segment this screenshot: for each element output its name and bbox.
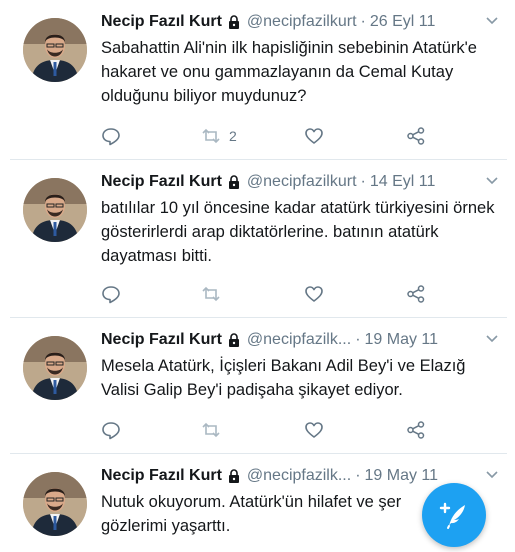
- tweet-text: Mesela Atatürk, İçişleri Bakanı Adil Bey…: [101, 357, 466, 399]
- author-name[interactable]: Necip Fazıl Kurt: [101, 331, 222, 349]
- reply-icon: [102, 422, 120, 440]
- retweet-count: 2: [229, 128, 237, 144]
- lock-icon: [227, 15, 241, 29]
- tweet-date[interactable]: 19 May 11: [365, 467, 439, 485]
- author-handle[interactable]: @necipfazilk...: [247, 467, 351, 485]
- tweet[interactable]: Necip Fazıl Kurt @necipfazilkurt · 26 Ey…: [0, 0, 515, 160]
- reply-button[interactable]: [101, 124, 121, 148]
- author-handle[interactable]: @necipfazilkurt: [247, 173, 357, 191]
- retweet-button[interactable]: [201, 282, 229, 306]
- reply-icon: [102, 128, 120, 146]
- reply-button[interactable]: [101, 418, 121, 442]
- lock-icon: [227, 175, 241, 189]
- lock-icon: [227, 333, 241, 347]
- like-button[interactable]: [304, 124, 324, 148]
- reply-icon: [102, 286, 120, 304]
- separator-dot: ·: [360, 173, 366, 190]
- tweet[interactable]: Necip Fazıl Kurt @necipfazilkurt · 14 Ey…: [0, 160, 515, 318]
- author-name[interactable]: Necip Fazıl Kurt: [101, 173, 222, 191]
- tweet[interactable]: Necip Fazıl Kurt @necipfazilk... · 19 Ma…: [0, 318, 515, 454]
- tweet-text: Nutuk okuyorum. Atatürk'ün hilafet ve şe…: [101, 493, 402, 535]
- compose-icon: [439, 502, 465, 529]
- separator-dot: ·: [360, 13, 366, 30]
- heart-icon: [305, 286, 323, 302]
- avatar[interactable]: [23, 18, 87, 82]
- heart-icon: [305, 422, 323, 438]
- separator-dot: ·: [355, 467, 361, 484]
- tweet-date[interactable]: 26 Eyl 11: [370, 13, 436, 31]
- reply-button[interactable]: [101, 282, 121, 306]
- share-button[interactable]: [406, 282, 426, 306]
- share-icon: [407, 127, 425, 145]
- author-name[interactable]: Necip Fazıl Kurt: [101, 467, 222, 485]
- share-icon: [407, 421, 425, 439]
- tweet-date[interactable]: 19 May 11: [365, 331, 439, 349]
- like-button[interactable]: [304, 282, 324, 306]
- author-name[interactable]: Necip Fazıl Kurt: [101, 13, 222, 31]
- compose-button[interactable]: [422, 483, 486, 547]
- retweet-icon: [202, 128, 220, 144]
- tweet-text: batılılar 10 yıl öncesine kadar atatürk …: [101, 199, 495, 265]
- avatar[interactable]: [23, 336, 87, 400]
- retweet-icon: [202, 286, 220, 302]
- tweet-date[interactable]: 14 Eyl 11: [370, 173, 436, 191]
- like-button[interactable]: [304, 418, 324, 442]
- share-button[interactable]: [406, 418, 426, 442]
- chevron-down-icon[interactable]: [485, 176, 499, 186]
- separator-dot: ·: [355, 331, 361, 348]
- tweet-text: Sabahattin Ali'nin ilk hapisliğinin sebe…: [101, 39, 477, 105]
- avatar[interactable]: [23, 472, 87, 536]
- retweet-icon: [202, 422, 220, 438]
- avatar[interactable]: [23, 178, 87, 242]
- chevron-down-icon[interactable]: [485, 334, 499, 344]
- chevron-down-icon[interactable]: [485, 470, 499, 480]
- lock-icon: [227, 469, 241, 483]
- retweet-button[interactable]: 2: [201, 124, 237, 148]
- author-handle[interactable]: @necipfazilk...: [247, 331, 351, 349]
- share-icon: [407, 285, 425, 303]
- heart-icon: [305, 128, 323, 144]
- share-button[interactable]: [406, 124, 426, 148]
- retweet-button[interactable]: [201, 418, 229, 442]
- author-handle[interactable]: @necipfazilkurt: [247, 13, 357, 31]
- chevron-down-icon[interactable]: [485, 16, 499, 26]
